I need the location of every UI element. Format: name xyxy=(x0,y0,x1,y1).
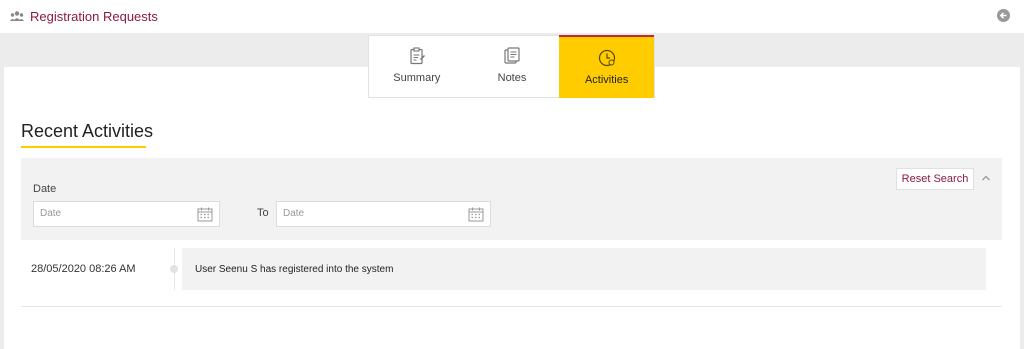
date-from-field[interactable] xyxy=(33,201,220,227)
to-label: To xyxy=(257,207,269,219)
tab-summary[interactable]: Summary xyxy=(369,36,465,97)
section-title: Recent Activities xyxy=(21,121,154,141)
activity-timestamp: 28/05/2020 08:26 AM xyxy=(31,263,136,275)
divider xyxy=(21,306,1002,307)
reset-search-button[interactable]: Reset Search xyxy=(896,168,974,190)
users-icon xyxy=(10,11,24,21)
date-from-input[interactable] xyxy=(40,208,210,219)
back-arrow-icon[interactable] xyxy=(997,9,1010,22)
date-label: Date xyxy=(33,183,57,195)
tab-activities[interactable]: Activities xyxy=(559,35,655,98)
date-to-input[interactable] xyxy=(283,208,453,219)
date-to-field[interactable] xyxy=(276,201,491,227)
activity-message: User Seenu S has registered into the sys… xyxy=(195,264,394,275)
notes-icon xyxy=(504,47,520,64)
calendar-icon[interactable] xyxy=(197,207,213,222)
clipboard-icon xyxy=(410,47,425,65)
tab-bar: Summary Notes Activities xyxy=(368,35,655,98)
section-title-underline xyxy=(21,146,146,148)
tab-notes[interactable]: Notes xyxy=(465,36,560,97)
tab-label: Summary xyxy=(393,72,441,84)
calendar-icon[interactable] xyxy=(468,207,484,222)
activity-item: User Seenu S has registered into the sys… xyxy=(182,248,986,290)
search-filter-panel: Date To Reset Search xyxy=(21,158,1002,240)
header-bar: Registration Requests xyxy=(0,0,1024,33)
timeline-dot xyxy=(170,265,178,273)
page-title: Registration Requests xyxy=(30,9,158,24)
chevron-up-icon[interactable] xyxy=(981,174,991,182)
tab-label: Activities xyxy=(584,74,629,86)
clock-icon xyxy=(598,49,615,67)
tab-label: Notes xyxy=(497,72,527,84)
